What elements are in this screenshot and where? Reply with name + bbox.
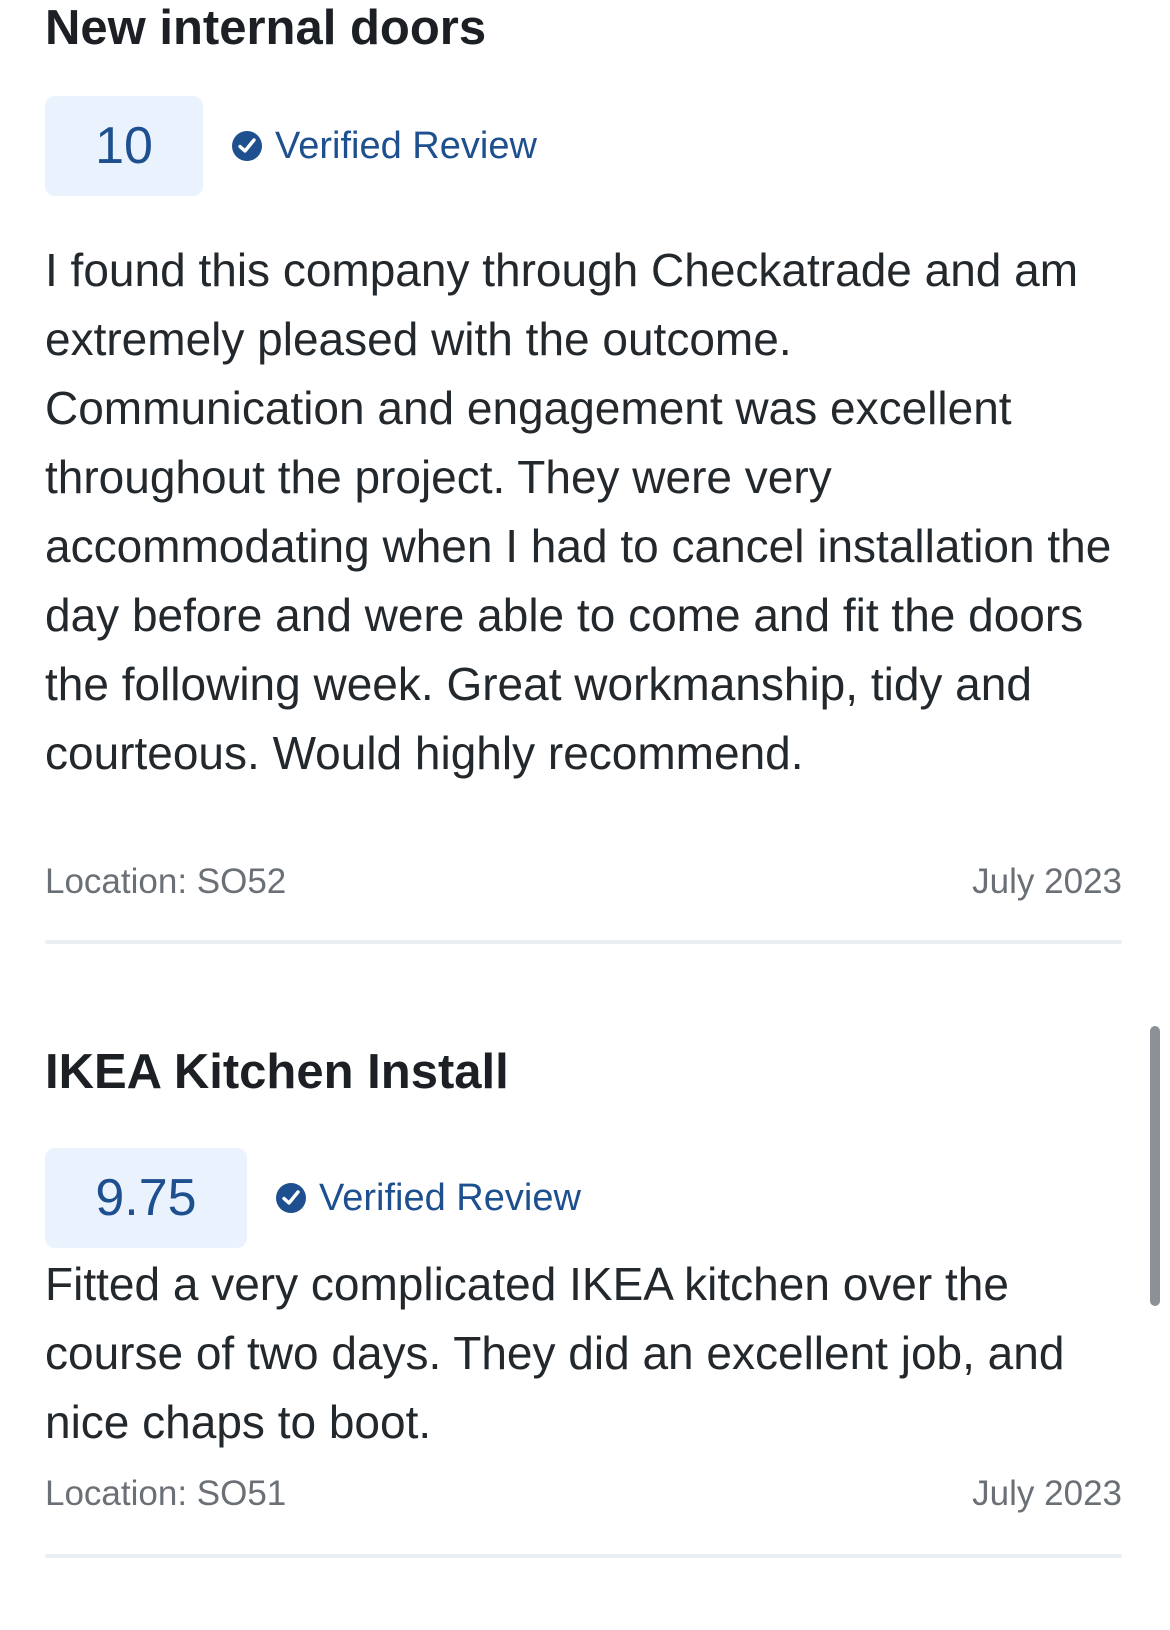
verified-review-badge: Verified Review xyxy=(275,1177,581,1220)
verified-check-icon xyxy=(232,131,262,161)
scrollbar-thumb[interactable] xyxy=(1150,1026,1160,1306)
review-divider xyxy=(45,1554,1122,1558)
review-date: July 2023 xyxy=(972,862,1122,901)
verified-check-icon xyxy=(276,1183,306,1213)
review-score-row: 9.75 Verified Review xyxy=(45,1148,581,1248)
verified-review-label: Verified Review xyxy=(319,1176,581,1219)
review-score-badge: 10 xyxy=(45,96,203,196)
review-meta: Location: SO51 July 2023 xyxy=(45,1474,1122,1514)
review-location: Location: SO51 xyxy=(45,1474,287,1513)
review-title: IKEA Kitchen Install xyxy=(45,1045,509,1099)
review-location: Location: SO52 xyxy=(45,862,287,901)
review-body: Fitted a very complicated IKEA kitchen o… xyxy=(45,1258,1065,1448)
verified-review-badge: Verified Review xyxy=(231,125,537,168)
review-title: New internal doors xyxy=(45,1,487,55)
review-date: July 2023 xyxy=(972,1474,1122,1513)
review-score-row: 10 Verified Review xyxy=(45,96,537,196)
review-body: I found this company through Checkatrade… xyxy=(45,244,1112,779)
review-meta: Location: SO52 July 2023 xyxy=(45,862,1122,902)
verified-review-label: Verified Review xyxy=(275,124,537,167)
review-divider xyxy=(45,940,1122,944)
review-score-badge: 9.75 xyxy=(45,1148,247,1248)
